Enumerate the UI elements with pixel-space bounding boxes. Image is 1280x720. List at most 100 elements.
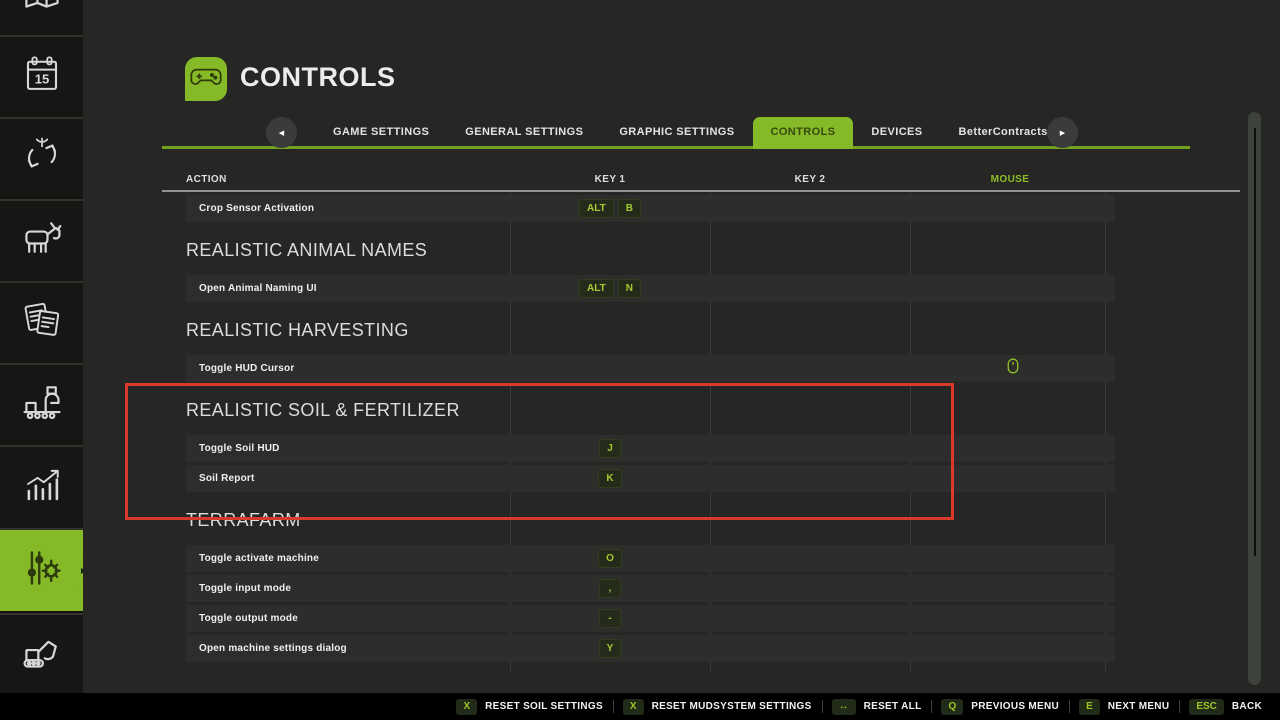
keycap[interactable]: , [599,579,621,598]
header-divider [162,190,1240,192]
production-icon [20,380,64,429]
mouse-cell[interactable] [910,358,1115,379]
footer-keycap: E [1079,699,1100,715]
keybinding-row[interactable]: Toggle HUD Cursor [186,355,1115,382]
keybinding-row[interactable]: Toggle output mode- [186,605,1115,632]
footer-action-reset-mudsystem-settings[interactable]: X RESET MUDSYSTEM SETTINGS [623,699,822,715]
footer-label: PREVIOUS MENU [971,701,1059,712]
active-tab-bump [75,557,83,585]
action-label: Open machine settings dialog [186,643,510,654]
keybinding-row[interactable]: Soil ReportK [186,465,1115,492]
calendar-icon: 15 [21,53,63,100]
footer-keycap: Q [941,699,963,715]
controls-settings-screen: 15 CONTROLS ◀ GAME SETTINGSGENERAL SETTI… [0,0,1280,720]
keybinding-row[interactable]: Open machine settings dialog Y [186,635,1115,662]
tabs-next-button[interactable]: ▶ [1047,117,1078,148]
crop-rotation-icon [21,135,63,182]
footer-label: RESET SOIL SETTINGS [485,701,603,712]
action-label: Open Animal Naming UI [186,283,510,294]
map-icon [20,0,64,18]
keycap[interactable]: ALT [579,279,614,298]
footer-action-reset-soil-settings[interactable]: XRESET SOIL SETTINGS [456,699,612,715]
sidebar-item-statistics[interactable] [0,445,83,526]
column-header-key2: KEY 2 [710,174,910,185]
footer-action-back[interactable]: ESC BACK [1189,699,1272,715]
footer-label: NEXT MENU [1108,701,1170,712]
footer-divider [822,700,823,713]
sidebar-item-contracts[interactable] [0,281,83,361]
footer-action-previous-menu[interactable]: Q PREVIOUS MENU [941,699,1069,715]
footer-label: RESET MUDSYSTEM SETTINGS [652,701,812,712]
key1-cell[interactable]: ALTB [510,199,710,218]
settings-icon [20,546,64,595]
footer-divider [931,700,932,713]
key1-cell[interactable]: , [510,579,710,598]
action-label: Toggle HUD Cursor [186,363,510,374]
footer-keycap: ↔ [832,699,856,715]
mouse-icon [1007,358,1019,379]
footer-action-next-menu[interactable]: E NEXT MENU [1079,699,1179,715]
key1-cell[interactable]: O [510,549,710,568]
footer-keycap: X [623,699,644,715]
footer-action-reset-all[interactable]: ↔ RESET ALL [832,699,932,715]
arrow-left-icon: ◀ [279,129,284,137]
section-title: REALISTIC SOIL & FERTILIZER [186,399,1115,421]
section-title: REALISTIC ANIMAL NAMES [186,239,1115,261]
keybinding-row[interactable]: Toggle input mode, [186,575,1115,602]
scrollbar[interactable] [1248,112,1261,685]
sidebar-item-calendar[interactable]: 15 [0,35,83,115]
tab-graphic-settings[interactable]: GRAPHIC SETTINGS [601,117,752,149]
key1-cell[interactable]: J [510,439,710,458]
construction-icon [20,629,64,678]
action-label: Crop Sensor Activation [186,203,510,214]
sidebar-item-animals[interactable] [0,199,83,279]
action-label: Toggle activate machine [186,553,510,564]
key1-cell[interactable]: Y [510,639,710,658]
column-header-key1: KEY 1 [510,174,710,185]
animals-icon [20,216,64,265]
keycap[interactable]: O [598,549,622,568]
tab-game-settings[interactable]: GAME SETTINGS [315,117,447,149]
keycap[interactable]: Y [599,639,622,658]
sidebar-item-crop-rotation[interactable] [0,117,83,197]
keycap[interactable]: N [618,279,641,298]
tab-general-settings[interactable]: GENERAL SETTINGS [447,117,601,149]
contracts-icon [21,299,63,346]
keycap[interactable]: - [599,609,621,628]
controls-menu-icon [185,57,227,101]
keybinding-row[interactable]: Crop Sensor ActivationALTB [186,195,1115,222]
key1-cell[interactable]: - [510,609,710,628]
keybinding-row[interactable]: Open Animal Naming UIALTN [186,275,1115,302]
keybinding-row[interactable]: Toggle activate machine O [186,545,1115,572]
key1-cell[interactable]: ALTN [510,279,710,298]
footer-shortcut-bar: XRESET SOIL SETTINGS X RESET MUDSYSTEM SET… [0,693,1280,720]
footer-divider [1179,700,1180,713]
footer-label: BACK [1232,701,1262,712]
svg-text:15: 15 [34,71,49,86]
footer-label: RESET ALL [864,701,922,712]
gamepad-icon [190,67,222,92]
keycap[interactable]: ALT [579,199,614,218]
section-title: REALISTIC HARVESTING [186,319,1115,341]
tab-devices[interactable]: DEVICES [853,117,940,149]
keybinding-list: Crop Sensor ActivationALTBREALISTIC ANIM… [186,195,1115,665]
footer-keycap: ESC [1189,699,1224,715]
keycap[interactable]: J [599,439,621,458]
tab-controls[interactable]: CONTROLS [753,117,854,149]
section-title: TERRAFARM [186,509,1115,531]
footer-divider [1069,700,1070,713]
sidebar-item-map[interactable] [0,0,83,33]
sidebar-item-construction[interactable] [0,613,83,691]
statistics-icon [21,463,63,510]
sidebar: 15 [0,0,83,720]
action-label: Toggle Soil HUD [186,443,510,454]
tabs-prev-button[interactable]: ◀ [266,117,297,148]
sidebar-item-production[interactable] [0,363,83,443]
sidebar-item-settings[interactable] [0,528,83,611]
settings-tabs: GAME SETTINGSGENERAL SETTINGSGRAPHIC SET… [315,117,1066,149]
keycap[interactable]: B [618,199,641,218]
keybinding-row[interactable]: Toggle Soil HUD J [186,435,1115,462]
scrollbar-slot [1254,128,1256,556]
key1-cell[interactable]: K [510,469,710,488]
keycap[interactable]: K [598,469,621,488]
